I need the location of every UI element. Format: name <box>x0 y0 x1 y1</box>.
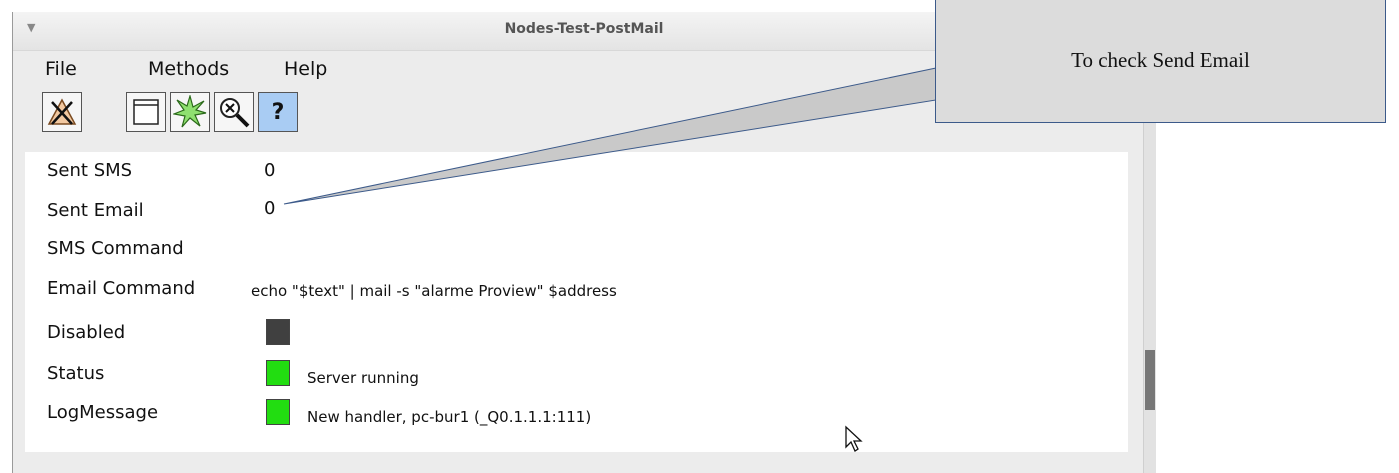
sms-command-label: SMS Command <box>47 238 184 259</box>
email-command-value: echo "$text" | mail -s "alarme Proview" … <box>251 282 617 300</box>
sent-email-value: 0 <box>264 198 276 219</box>
open-window-button[interactable] <box>126 92 166 132</box>
mouse-cursor-icon <box>845 425 863 452</box>
menu-file[interactable]: File <box>45 58 77 80</box>
scrollbar-thumb[interactable] <box>1145 350 1155 410</box>
disabled-indicator <box>266 319 290 345</box>
disabled-label: Disabled <box>47 322 126 343</box>
sent-email-label: Sent Email <box>47 200 144 221</box>
status-label: Status <box>47 363 105 384</box>
log-message-indicator <box>266 399 290 425</box>
zoom-x-icon <box>220 98 250 128</box>
open-window-icon <box>133 99 159 125</box>
star-burst-icon <box>173 95 207 128</box>
attribute-panel: Sent SMS 0 Sent Email 0 SMS Command Emai… <box>25 152 1128 452</box>
menu-methods[interactable]: Methods <box>148 58 229 80</box>
help-icon: ? <box>271 99 285 125</box>
zoom-x-button[interactable] <box>214 92 254 132</box>
close-graph-button[interactable] <box>42 92 82 132</box>
email-command-label: Email Command <box>47 278 196 299</box>
log-message-label: LogMessage <box>47 402 159 423</box>
close-graph-icon <box>47 98 77 125</box>
status-indicator <box>266 360 290 386</box>
sent-sms-value: 0 <box>264 160 276 181</box>
help-button[interactable]: ? <box>258 92 298 132</box>
star-burst-button[interactable] <box>170 92 210 132</box>
callout-text: To check Send Email <box>1071 48 1250 72</box>
log-message-text: New handler, pc-bur1 (_Q0.1.1.1:111) <box>307 408 592 426</box>
callout-box: To check Send Email <box>935 0 1386 123</box>
status-text: Server running <box>307 369 419 387</box>
desktop-edge <box>0 0 10 473</box>
sent-sms-label: Sent SMS <box>47 160 133 181</box>
menu-help[interactable]: Help <box>284 58 327 80</box>
